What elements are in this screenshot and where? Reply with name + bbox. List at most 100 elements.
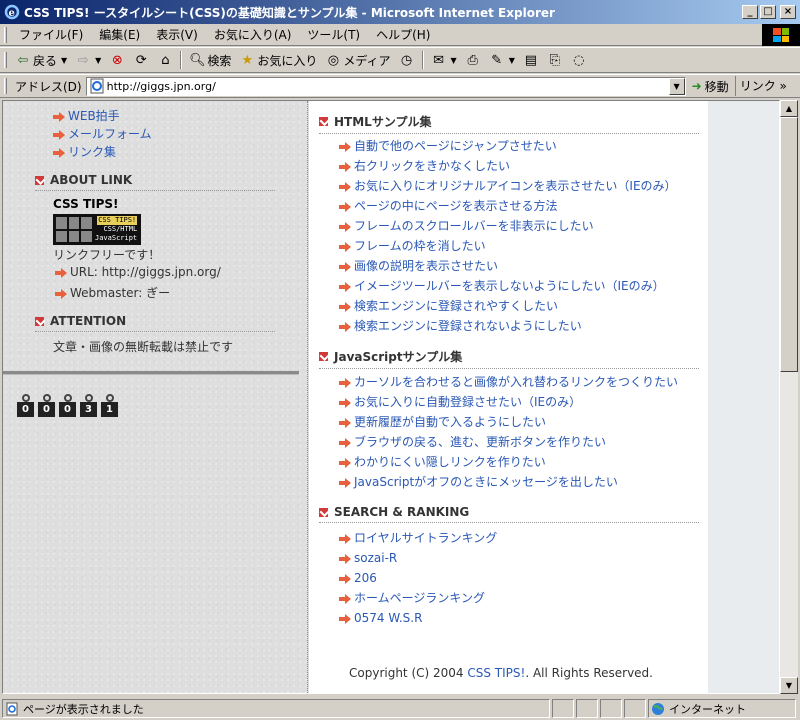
js-sample-link[interactable]: ブラウザの戻る、進む、更新ボタンを作りたい [354,435,606,449]
ranking-link[interactable]: ホームページランキング [354,591,485,605]
web-clap-link[interactable]: WEB拍手 [68,109,120,123]
arrow-icon [53,147,65,158]
js-samples-heading: JavaScriptサンプル集 [319,348,699,369]
favorites-icon: ★ [241,52,254,68]
menu-tools[interactable]: ツール(T) [299,26,368,43]
mail-button[interactable]: ✉ ▼ [427,49,461,71]
list-item: イメージツールバーを表示しないようにしたい（IEのみ） [339,276,677,296]
copyright-link[interactable]: CSS TIPS! [467,666,525,680]
ie-icon: e [4,4,20,20]
section-bullet-icon [35,175,44,185]
counter-digit: 0 [59,394,76,418]
toolbar-grip[interactable] [4,78,7,94]
list-item: sozai-R [339,548,497,568]
arrow-icon [55,288,67,299]
research-button[interactable]: ⎘ [543,49,567,71]
js-sample-link[interactable]: わかりにくい隠しリンクを作りたい [354,455,546,469]
refresh-icon: ⟳ [135,52,147,68]
back-arrow-icon: ⇦ [17,52,29,68]
html-sample-link[interactable]: 自動で他のページにジャンプさせたい [354,139,557,153]
forward-button[interactable]: ⇨ ▼ [71,49,105,71]
address-dropdown-icon[interactable]: ▼ [668,77,685,95]
edit-button[interactable]: ✎ ▼ [485,49,519,71]
back-button[interactable]: ⇦ 戻る ▼ [11,49,71,71]
address-input[interactable] [106,78,669,94]
messenger-button[interactable]: ◌ [567,49,591,71]
arrow-icon [339,321,351,332]
html-sample-link[interactable]: 画像の説明を表示させたい [354,259,498,273]
address-field[interactable]: ▼ [85,76,686,96]
html-sample-link[interactable]: フレームの枠を消したい [354,239,486,253]
scroll-down-icon[interactable]: ▼ [780,677,798,694]
html-sample-link[interactable]: フレームのスクロールバーを非表示にしたい [354,219,594,233]
dropdown-arrow-icon[interactable]: ▼ [61,56,67,65]
discuss-icon: ▤ [524,52,537,68]
status-cell [624,699,646,718]
toolbar-grip[interactable] [4,26,7,43]
dropdown-arrow-icon[interactable]: ▼ [95,56,101,65]
refresh-button[interactable]: ⟳ [129,49,153,71]
favorites-label: お気に入り [257,53,318,68]
ranking-link[interactable]: sozai-R [354,551,397,565]
vertical-scrollbar[interactable]: ▲ ▼ [780,100,798,694]
messenger-icon: ◌ [573,52,585,68]
media-button[interactable]: ◎ メディア [321,49,394,71]
menu-help[interactable]: ヘルプ(H) [368,26,438,43]
mail-form-link[interactable]: メールフォーム [68,127,152,141]
menu-view[interactable]: 表示(V) [148,26,206,43]
html-sample-link[interactable]: 検索エンジンに登録されやすくしたい [354,299,558,313]
toolbar-grip[interactable] [4,52,7,68]
ranking-link[interactable]: ロイヤルサイトランキング [354,531,497,545]
home-button[interactable]: ⌂ [153,49,177,71]
html-sample-link[interactable]: お気に入りにオリジナルアイコンを表示させたい（IEのみ） [354,179,677,193]
js-sample-link[interactable]: お気に入りに自動登録させたい（IEのみ） [354,395,581,409]
dropdown-arrow-icon[interactable]: ▼ [451,56,457,65]
banner-text: JavaScript [95,234,138,242]
copyright-suffix: . All Rights Reserved. [525,666,653,680]
site-banner[interactable]: CSS TIPS! CSS/HTML JavaScript [53,214,141,245]
js-sample-link[interactable]: カーソルを合わせると画像が入れ替わるリンクをつくりたい [354,375,678,389]
arrow-icon [339,553,351,564]
windows-logo [762,24,800,46]
link-free-text: リンクフリーです！ [53,248,161,262]
close-button[interactable]: × [780,5,796,19]
arrow-icon [339,141,351,152]
html-sample-link[interactable]: ページの中にページを表示させる方法 [354,199,558,213]
scroll-thumb[interactable] [780,117,798,372]
links-button[interactable]: リンク » [734,76,791,96]
ranking-link[interactable]: 206 [354,571,377,585]
ranking-link[interactable]: 0574 W.S.R [354,611,422,625]
minimize-button[interactable]: _ [742,5,758,19]
html-sample-link[interactable]: イメージツールバーを表示しないようにしたい（IEのみ） [354,279,665,293]
list-item: ホームページランキング [339,588,497,608]
js-sample-link[interactable]: 更新履歴が自動で入るようにしたい [354,415,546,429]
search-button[interactable]: 🔍︎ 検索 [185,49,235,71]
menu-favorites[interactable]: お気に入り(A) [206,26,300,43]
discuss-button[interactable]: ▤ [519,49,543,71]
attention-text: 文章・画像の無断転載は禁止です [53,340,234,354]
go-button[interactable]: ➜ 移動 [686,78,735,95]
dropdown-arrow-icon[interactable]: ▼ [509,56,515,65]
html-sample-link[interactable]: 検索エンジンに登録されないようにしたい [354,319,582,333]
scroll-up-icon[interactable]: ▲ [780,100,798,117]
menu-file[interactable]: ファイル(F) [11,26,91,43]
list-item: メールフォーム [53,125,152,143]
menu-edit[interactable]: 編集(E) [91,26,148,43]
html-sample-link[interactable]: 右クリックをきかなくしたい [354,159,510,173]
arrow-icon [339,241,351,252]
stop-button[interactable]: ⊗ [105,49,129,71]
standard-toolbar: ⇦ 戻る ▼ ⇨ ▼ ⊗ ⟳ ⌂ 🔍︎ 検索 ★ お気に入り ◎ メディア ◷ … [0,47,800,73]
go-label: 移動 [704,79,729,94]
list-item: 0574 W.S.R [339,608,497,628]
list-item: 自動で他のページにジャンプさせたい [339,136,677,156]
section-bullet-icon [319,117,328,126]
status-cell [576,699,598,718]
history-button[interactable]: ◷ [395,49,419,71]
print-button[interactable]: ⎙ [461,49,485,71]
arrow-icon [339,377,351,388]
js-sample-link[interactable]: JavaScriptがオフのときにメッセージを出したい [354,475,618,489]
forward-arrow-icon: ⇨ [77,52,89,68]
favorites-button[interactable]: ★ お気に入り [235,49,321,71]
link-collection-link[interactable]: リンク集 [68,145,116,159]
maximize-button[interactable]: □ [760,5,776,19]
